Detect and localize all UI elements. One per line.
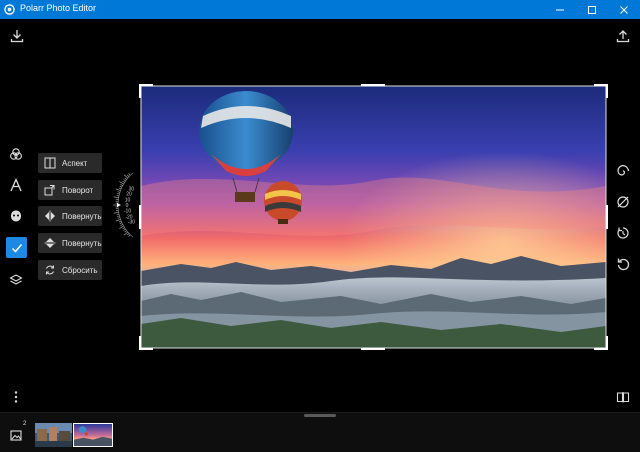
undo-tool-button[interactable] bbox=[613, 254, 633, 274]
dial-tick bbox=[119, 185, 123, 188]
dial-tick bbox=[122, 180, 125, 183]
dial-tick bbox=[122, 227, 125, 230]
dial-tick bbox=[119, 225, 124, 229]
dial-tick bbox=[117, 217, 121, 219]
three-circles-icon bbox=[10, 148, 22, 160]
rotate-label: Поворот bbox=[62, 185, 94, 195]
dial-tick bbox=[116, 215, 120, 217]
layers-icon bbox=[9, 274, 23, 285]
dial-tick bbox=[124, 177, 127, 180]
checkmark-icon bbox=[11, 243, 22, 253]
close-icon bbox=[620, 5, 628, 14]
face-tool-button[interactable] bbox=[6, 206, 26, 226]
more-vertical-icon bbox=[14, 391, 18, 403]
image-count-badge: 2 bbox=[23, 421, 27, 427]
dial-pointer bbox=[117, 203, 121, 207]
dial-tick bbox=[117, 191, 121, 193]
export-button[interactable] bbox=[613, 26, 633, 46]
dial-tick bbox=[113, 196, 119, 199]
download-icon bbox=[10, 30, 24, 43]
dial-tick bbox=[115, 219, 121, 222]
close-button[interactable] bbox=[608, 0, 640, 19]
dial-tick bbox=[126, 174, 130, 177]
face-icon bbox=[11, 210, 21, 222]
gallery-button[interactable] bbox=[7, 425, 27, 445]
dial-tick-label: -10 bbox=[124, 209, 131, 215]
dial-tick bbox=[120, 224, 123, 226]
aspect-ratio-icon bbox=[44, 157, 56, 169]
dial-tick bbox=[115, 188, 121, 191]
timer-tool-button[interactable] bbox=[613, 223, 633, 243]
polarr-logo-icon bbox=[4, 4, 15, 15]
dial-tick bbox=[116, 193, 120, 195]
rotate-button[interactable]: Поворот bbox=[38, 180, 102, 200]
title-bar: Polarr Photo Editor bbox=[0, 0, 640, 19]
minimize-icon bbox=[556, 9, 564, 10]
dial-tick bbox=[116, 195, 120, 197]
flip-vertical-label: Повернуть bbox=[62, 238, 102, 248]
minimize-button[interactable] bbox=[544, 0, 576, 19]
aspect-button[interactable]: Аспект bbox=[38, 153, 102, 173]
dial-tick bbox=[126, 233, 130, 236]
spiral-tool-button[interactable] bbox=[613, 161, 633, 181]
dial-tick-label: 0 bbox=[126, 203, 129, 209]
gallery-image-icon bbox=[10, 430, 22, 441]
dial-tick-label: 20 bbox=[126, 192, 132, 198]
compare-book-icon bbox=[616, 392, 630, 403]
dial-tick bbox=[118, 220, 122, 223]
dial-tick-label: 30 bbox=[129, 187, 135, 193]
dial-tick-label: 10 bbox=[125, 197, 131, 203]
dial-tick bbox=[116, 213, 120, 215]
no-guide-tool-button[interactable] bbox=[613, 192, 633, 212]
flip-vertical-button[interactable]: Повернуть bbox=[38, 233, 102, 253]
dial-tick bbox=[123, 179, 126, 182]
dial-tick bbox=[124, 230, 127, 233]
download-button[interactable] bbox=[7, 26, 27, 46]
dial-tick bbox=[119, 222, 123, 225]
reset-icon bbox=[44, 264, 56, 276]
filmstrip-drag-handle[interactable] bbox=[304, 414, 336, 417]
dial-tick bbox=[123, 228, 126, 231]
timer-icon bbox=[617, 227, 629, 239]
spiral-icon bbox=[617, 164, 630, 176]
dial-tick bbox=[119, 181, 124, 185]
aspect-label: Аспект bbox=[62, 158, 88, 168]
filters-tool-button[interactable] bbox=[6, 144, 26, 164]
reset-button[interactable]: Сбросить bbox=[38, 260, 102, 280]
dial-tick-label: -20 bbox=[125, 214, 132, 220]
dial-tick bbox=[113, 211, 119, 214]
dial-tick-label: -30 bbox=[128, 220, 135, 226]
compare-button[interactable] bbox=[613, 387, 633, 407]
maximize-button[interactable] bbox=[576, 0, 608, 19]
flip-horizontal-label: Повернуть bbox=[62, 211, 102, 221]
flip-horizontal-icon bbox=[44, 210, 56, 222]
dial-tick bbox=[120, 184, 123, 186]
reset-label: Сбросить bbox=[62, 265, 98, 275]
rotation-dial[interactable]: -30-20-100102030 bbox=[100, 130, 140, 280]
circle-slash-icon bbox=[617, 196, 629, 208]
dial-tick bbox=[118, 187, 122, 190]
flip-horizontal-button[interactable]: Повернуть bbox=[38, 206, 102, 226]
flip-vertical-icon bbox=[44, 237, 56, 249]
text-tool-button[interactable] bbox=[6, 175, 26, 195]
crop-tool-button[interactable] bbox=[6, 237, 27, 258]
more-button[interactable] bbox=[6, 387, 26, 407]
dial-tick bbox=[128, 173, 131, 176]
dial-tick bbox=[128, 234, 131, 237]
photo-canvas bbox=[141, 86, 606, 348]
rotate-icon bbox=[44, 184, 56, 196]
maximize-icon bbox=[588, 5, 596, 14]
thumbnail-image-2[interactable] bbox=[73, 423, 113, 447]
upload-icon bbox=[616, 30, 630, 43]
thumbnail-image-1[interactable] bbox=[35, 423, 72, 447]
window-title: Polarr Photo Editor bbox=[20, 3, 97, 13]
layers-tool-button[interactable] bbox=[6, 270, 26, 290]
letter-a-icon bbox=[10, 178, 22, 192]
rotate-left-icon bbox=[617, 258, 630, 271]
